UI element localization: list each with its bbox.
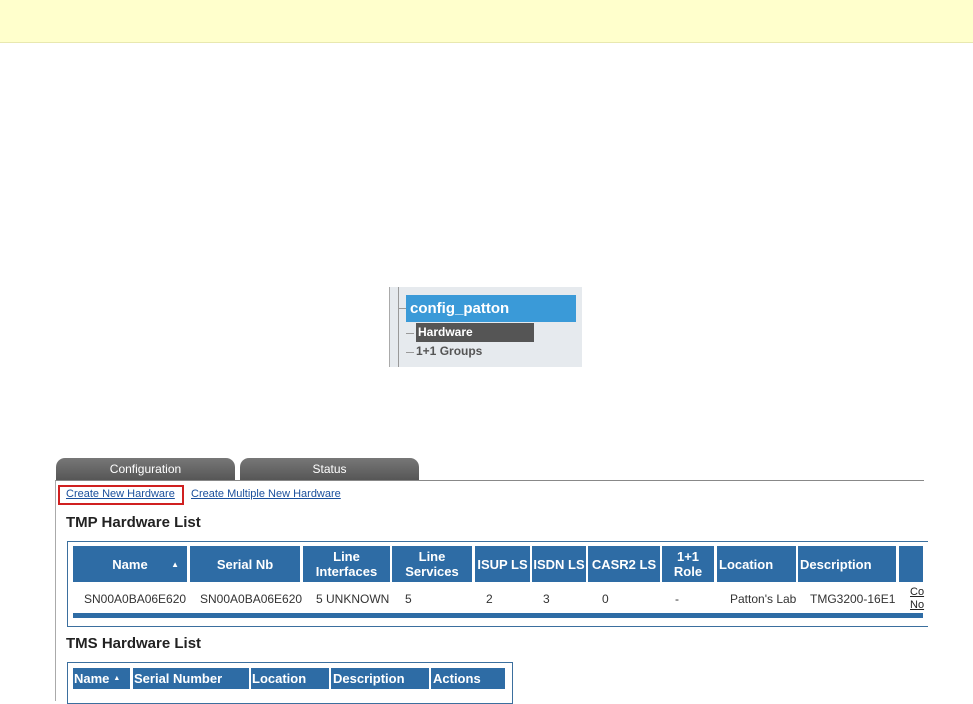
th-line-interfaces[interactable]: Line Interfaces: [303, 546, 390, 582]
create-new-hardware-link[interactable]: Create New Hardware: [66, 488, 175, 500]
tree-line: [398, 287, 399, 367]
th-line-services[interactable]: Line Services: [392, 546, 472, 582]
th-description[interactable]: Description: [798, 546, 896, 582]
sort-asc-icon: ▲: [171, 559, 179, 569]
cell-isup: 2: [486, 592, 493, 606]
tms-th-location[interactable]: Location: [251, 668, 329, 689]
tab-status[interactable]: Status: [240, 458, 419, 481]
tab-configuration[interactable]: Configuration: [56, 458, 235, 481]
cell-casr2: 0: [602, 592, 609, 606]
cell-isdn: 3: [543, 592, 550, 606]
cell-role: -: [675, 592, 679, 606]
top-banner: [0, 0, 973, 43]
tms-th-serial[interactable]: Serial Number: [133, 668, 249, 689]
th-location[interactable]: Location: [717, 546, 796, 582]
cell-description: TMG3200-16E1: [810, 592, 896, 606]
tree-tick: [398, 308, 406, 309]
tree-item-hardware[interactable]: Hardware: [416, 323, 534, 342]
th-label: Name: [74, 671, 110, 686]
tms-th-description[interactable]: Description: [331, 668, 429, 689]
sort-asc-icon: ▲: [113, 675, 121, 682]
cell-name: SN00A0BA06E620: [84, 592, 187, 606]
tree-tick: [406, 352, 414, 353]
th-name[interactable]: Name ▲: [73, 546, 187, 582]
tms-th-name[interactable]: Name ▲: [73, 668, 130, 689]
cell-line-interfaces: 5 UNKNOWN: [316, 592, 390, 606]
action-link[interactable]: Co: [910, 586, 924, 598]
cell-serial: SN00A0BA06E620: [200, 592, 303, 606]
cell-line-services: 5: [405, 592, 412, 606]
th-role[interactable]: 1+1 Role: [662, 546, 714, 582]
navigation-tree: config_patton Hardware 1+1 Groups: [389, 287, 582, 367]
tmp-list-title: TMP Hardware List: [66, 514, 201, 531]
table-footer-bar: [73, 613, 923, 618]
tms-th-actions[interactable]: Actions: [431, 668, 505, 689]
create-multiple-hardware-link[interactable]: Create Multiple New Hardware: [191, 488, 341, 500]
action-link[interactable]: No: [910, 599, 924, 611]
tms-list-title: TMS Hardware List: [66, 635, 202, 652]
tree-root-config-patton[interactable]: config_patton: [406, 295, 576, 322]
th-isdn[interactable]: ISDN LS: [532, 546, 586, 582]
tree-tick: [406, 333, 414, 334]
th-serial[interactable]: Serial Nb: [190, 546, 300, 582]
th-actions: [899, 546, 923, 582]
th-casr2[interactable]: CASR2 LS: [588, 546, 660, 582]
tree-item-groups[interactable]: 1+1 Groups: [416, 344, 482, 358]
th-isup[interactable]: ISUP LS: [475, 546, 530, 582]
th-label: Name: [112, 556, 148, 572]
cell-location: Patton's Lab: [730, 592, 797, 606]
